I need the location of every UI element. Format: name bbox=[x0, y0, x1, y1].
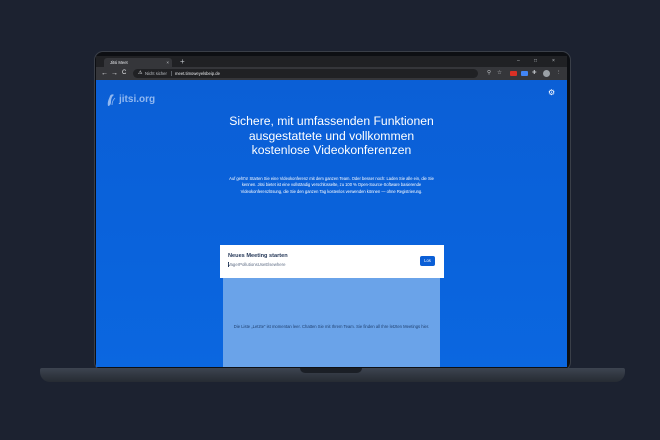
recent-empty-message: Die Liste „Letzte“ ist momentan leer. Ch… bbox=[233, 324, 430, 329]
profile-avatar[interactable] bbox=[543, 70, 550, 77]
address-separator bbox=[171, 71, 172, 76]
not-secure-label[interactable]: Nicht sicher bbox=[145, 69, 167, 78]
tab-strip: Jitsi Meet × + – □ × bbox=[96, 56, 567, 67]
new-meeting-card: Neues Meeting starten Los bbox=[220, 245, 444, 278]
menu-kebab-icon[interactable]: ⋮ bbox=[556, 67, 562, 80]
laptop-notch bbox=[300, 368, 362, 373]
settings-gear-icon[interactable]: ⚙ bbox=[548, 88, 555, 97]
tab-title: Jitsi Meet bbox=[110, 60, 128, 65]
recent-meetings-panel: Die Liste „Letzte“ ist momentan leer. Ch… bbox=[223, 278, 440, 367]
tab-jitsi-meet[interactable]: Jitsi Meet × bbox=[104, 58, 172, 67]
search-icon[interactable]: ⚲ bbox=[487, 67, 491, 80]
logo-text: jitsi.org bbox=[119, 94, 156, 105]
new-tab-button[interactable]: + bbox=[180, 56, 185, 67]
new-meeting-title: Neues Meeting starten bbox=[228, 253, 288, 259]
minimize-button[interactable]: – bbox=[517, 56, 520, 67]
bookmark-star-icon[interactable]: ☆ bbox=[497, 67, 502, 80]
meeting-name-input[interactable] bbox=[228, 261, 408, 268]
browser-window: Jitsi Meet × + – □ × ← → C ⚠ Nicht siche… bbox=[96, 56, 567, 367]
extension-red-icon[interactable] bbox=[510, 71, 517, 76]
extensions-puzzle-icon[interactable]: ✚ bbox=[532, 67, 537, 80]
page-headline: Sichere, mit umfassenden Funktionen ausg… bbox=[229, 114, 434, 157]
maximize-button[interactable]: □ bbox=[534, 56, 537, 67]
extension-blue-icon[interactable] bbox=[521, 71, 528, 76]
url-text[interactable]: meet.timoweyelsbeip.de bbox=[175, 69, 220, 78]
jitsi-logo-mark-icon bbox=[107, 94, 116, 106]
forward-button[interactable]: → bbox=[111, 67, 118, 80]
start-meeting-button[interactable]: Los bbox=[420, 256, 435, 266]
address-bar[interactable]: ⚠ Nicht sicher meet.timoweyelsbeip.de bbox=[133, 69, 478, 78]
back-button[interactable]: ← bbox=[101, 67, 108, 80]
tab-close-icon[interactable]: × bbox=[166, 58, 169, 67]
browser-toolbar: ← → C ⚠ Nicht sicher meet.timoweyelsbeip… bbox=[96, 67, 567, 80]
page-description: Auf geht's! Starten Sie eine Videokonfer… bbox=[229, 176, 434, 194]
close-window-button[interactable]: × bbox=[552, 56, 555, 67]
jitsi-welcome-page: jitsi.org ⚙ Sichere, mit umfassenden Fun… bbox=[96, 80, 567, 367]
jitsi-logo[interactable]: jitsi.org bbox=[106, 93, 166, 107]
reload-button[interactable]: C bbox=[122, 67, 126, 80]
warning-icon: ⚠ bbox=[138, 70, 143, 76]
